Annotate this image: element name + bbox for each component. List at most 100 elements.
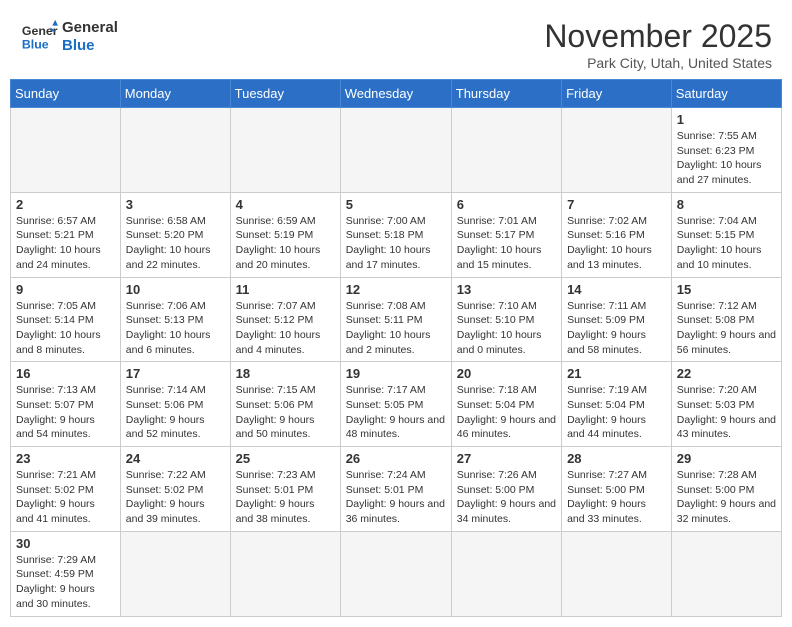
logo: General Blue General Blue — [20, 18, 118, 56]
day-cell — [340, 531, 451, 616]
day-cell: 17 Sunrise: 7:14 AM Sunset: 5:06 PM Dayli… — [120, 362, 230, 447]
day-number: 1 — [677, 112, 776, 127]
day-info: Sunrise: 7:24 AM Sunset: 5:01 PM Dayligh… — [346, 468, 446, 527]
week-row-6: 30 Sunrise: 7:29 AM Sunset: 4:59 PM Dayli… — [11, 531, 782, 616]
day-number: 8 — [677, 197, 776, 212]
day-info: Sunrise: 7:15 AM Sunset: 5:06 PM Dayligh… — [236, 383, 335, 442]
day-info: Sunrise: 7:13 AM Sunset: 5:07 PM Dayligh… — [16, 383, 115, 442]
day-number: 14 — [567, 282, 666, 297]
day-number: 19 — [346, 366, 446, 381]
title-block: November 2025 Park City, Utah, United St… — [544, 18, 772, 71]
day-number: 28 — [567, 451, 666, 466]
day-info: Sunrise: 7:29 AM Sunset: 4:59 PM Dayligh… — [16, 553, 115, 612]
day-number: 17 — [126, 366, 225, 381]
day-info: Sunrise: 6:57 AM Sunset: 5:21 PM Dayligh… — [16, 214, 115, 273]
day-cell: 13 Sunrise: 7:10 AM Sunset: 5:10 PM Dayli… — [451, 277, 561, 362]
day-cell: 23 Sunrise: 7:21 AM Sunset: 5:02 PM Dayli… — [11, 447, 121, 532]
day-info: Sunrise: 7:08 AM Sunset: 5:11 PM Dayligh… — [346, 299, 446, 358]
day-info: Sunrise: 7:18 AM Sunset: 5:04 PM Dayligh… — [457, 383, 556, 442]
week-row-5: 23 Sunrise: 7:21 AM Sunset: 5:02 PM Dayli… — [11, 447, 782, 532]
weekday-header-wednesday: Wednesday — [340, 80, 451, 108]
day-cell: 3 Sunrise: 6:58 AM Sunset: 5:20 PM Daylig… — [120, 192, 230, 277]
day-number: 22 — [677, 366, 776, 381]
day-info: Sunrise: 7:07 AM Sunset: 5:12 PM Dayligh… — [236, 299, 335, 358]
day-info: Sunrise: 7:26 AM Sunset: 5:00 PM Dayligh… — [457, 468, 556, 527]
day-cell: 29 Sunrise: 7:28 AM Sunset: 5:00 PM Dayli… — [671, 447, 781, 532]
weekday-header-row: SundayMondayTuesdayWednesdayThursdayFrid… — [11, 80, 782, 108]
day-cell: 4Sunrise: 6:59 AM Sunset: 5:19 PM Daylig… — [230, 192, 340, 277]
day-info: Sunrise: 7:01 AM Sunset: 5:17 PM Dayligh… — [457, 214, 556, 273]
day-cell: 28 Sunrise: 7:27 AM Sunset: 5:00 PM Dayli… — [562, 447, 672, 532]
day-cell: 6Sunrise: 7:01 AM Sunset: 5:17 PM Daylig… — [451, 192, 561, 277]
day-info: Sunrise: 7:21 AM Sunset: 5:02 PM Dayligh… — [16, 468, 115, 527]
weekday-header-saturday: Saturday — [671, 80, 781, 108]
day-cell: 22 Sunrise: 7:20 AM Sunset: 5:03 PM Dayli… — [671, 362, 781, 447]
weekday-header-monday: Monday — [120, 80, 230, 108]
day-cell: 16 Sunrise: 7:13 AM Sunset: 5:07 PM Dayli… — [11, 362, 121, 447]
day-number: 16 — [16, 366, 115, 381]
day-cell: 19 Sunrise: 7:17 AM Sunset: 5:05 PM Dayli… — [340, 362, 451, 447]
day-cell: 8Sunrise: 7:04 AM Sunset: 5:15 PM Daylig… — [671, 192, 781, 277]
day-info: Sunrise: 6:58 AM Sunset: 5:20 PM Dayligh… — [126, 214, 225, 273]
day-cell — [451, 531, 561, 616]
day-cell: 14 Sunrise: 7:11 AM Sunset: 5:09 PM Dayli… — [562, 277, 672, 362]
day-info: Sunrise: 7:20 AM Sunset: 5:03 PM Dayligh… — [677, 383, 776, 442]
day-info: Sunrise: 7:11 AM Sunset: 5:09 PM Dayligh… — [567, 299, 666, 358]
svg-text:Blue: Blue — [22, 37, 49, 51]
day-info: Sunrise: 7:14 AM Sunset: 5:06 PM Dayligh… — [126, 383, 225, 442]
day-cell: 18 Sunrise: 7:15 AM Sunset: 5:06 PM Dayli… — [230, 362, 340, 447]
day-info: Sunrise: 7:00 AM Sunset: 5:18 PM Dayligh… — [346, 214, 446, 273]
week-row-4: 16 Sunrise: 7:13 AM Sunset: 5:07 PM Dayli… — [11, 362, 782, 447]
day-number: 25 — [236, 451, 335, 466]
day-number: 10 — [126, 282, 225, 297]
day-cell: 10Sunrise: 7:06 AM Sunset: 5:13 PM Dayli… — [120, 277, 230, 362]
day-cell — [562, 108, 672, 193]
day-number: 23 — [16, 451, 115, 466]
weekday-header-sunday: Sunday — [11, 80, 121, 108]
day-number: 11 — [236, 282, 335, 297]
day-number: 9 — [16, 282, 115, 297]
day-number: 21 — [567, 366, 666, 381]
day-info: Sunrise: 7:28 AM Sunset: 5:00 PM Dayligh… — [677, 468, 776, 527]
day-cell — [120, 531, 230, 616]
day-cell — [451, 108, 561, 193]
day-number: 2 — [16, 197, 115, 212]
day-cell: 30 Sunrise: 7:29 AM Sunset: 4:59 PM Dayli… — [11, 531, 121, 616]
day-number: 29 — [677, 451, 776, 466]
day-cell — [671, 531, 781, 616]
day-number: 4 — [236, 197, 335, 212]
day-cell — [11, 108, 121, 193]
day-cell: 5 Sunrise: 7:00 AM Sunset: 5:18 PM Daylig… — [340, 192, 451, 277]
logo-blue-text: Blue — [62, 37, 118, 55]
day-number: 18 — [236, 366, 335, 381]
day-cell: 9Sunrise: 7:05 AM Sunset: 5:14 PM Daylig… — [11, 277, 121, 362]
day-info: Sunrise: 7:55 AM Sunset: 6:23 PM Dayligh… — [677, 129, 776, 188]
week-row-2: 2 Sunrise: 6:57 AM Sunset: 5:21 PM Daylig… — [11, 192, 782, 277]
day-number: 13 — [457, 282, 556, 297]
day-cell — [120, 108, 230, 193]
day-number: 24 — [126, 451, 225, 466]
header: General Blue General Blue November 2025 … — [10, 10, 782, 79]
day-cell: 11 Sunrise: 7:07 AM Sunset: 5:12 PM Dayli… — [230, 277, 340, 362]
day-info: Sunrise: 7:22 AM Sunset: 5:02 PM Dayligh… — [126, 468, 225, 527]
month-title: November 2025 — [544, 18, 772, 55]
weekday-header-friday: Friday — [562, 80, 672, 108]
day-cell — [230, 108, 340, 193]
day-cell — [562, 531, 672, 616]
day-info: Sunrise: 7:17 AM Sunset: 5:05 PM Dayligh… — [346, 383, 446, 442]
day-number: 5 — [346, 197, 446, 212]
day-cell: 25Sunrise: 7:23 AM Sunset: 5:01 PM Dayli… — [230, 447, 340, 532]
day-cell — [230, 531, 340, 616]
day-info: Sunrise: 7:27 AM Sunset: 5:00 PM Dayligh… — [567, 468, 666, 527]
day-info: Sunrise: 7:19 AM Sunset: 5:04 PM Dayligh… — [567, 383, 666, 442]
logo-icon: General Blue — [20, 18, 58, 56]
day-cell: 7 Sunrise: 7:02 AM Sunset: 5:16 PM Daylig… — [562, 192, 672, 277]
day-cell: 2 Sunrise: 6:57 AM Sunset: 5:21 PM Daylig… — [11, 192, 121, 277]
day-number: 7 — [567, 197, 666, 212]
day-info: Sunrise: 7:10 AM Sunset: 5:10 PM Dayligh… — [457, 299, 556, 358]
day-number: 3 — [126, 197, 225, 212]
week-row-3: 9Sunrise: 7:05 AM Sunset: 5:14 PM Daylig… — [11, 277, 782, 362]
day-cell: 1 Sunrise: 7:55 AM Sunset: 6:23 PM Daylig… — [671, 108, 781, 193]
day-info: Sunrise: 7:02 AM Sunset: 5:16 PM Dayligh… — [567, 214, 666, 273]
day-number: 30 — [16, 536, 115, 551]
